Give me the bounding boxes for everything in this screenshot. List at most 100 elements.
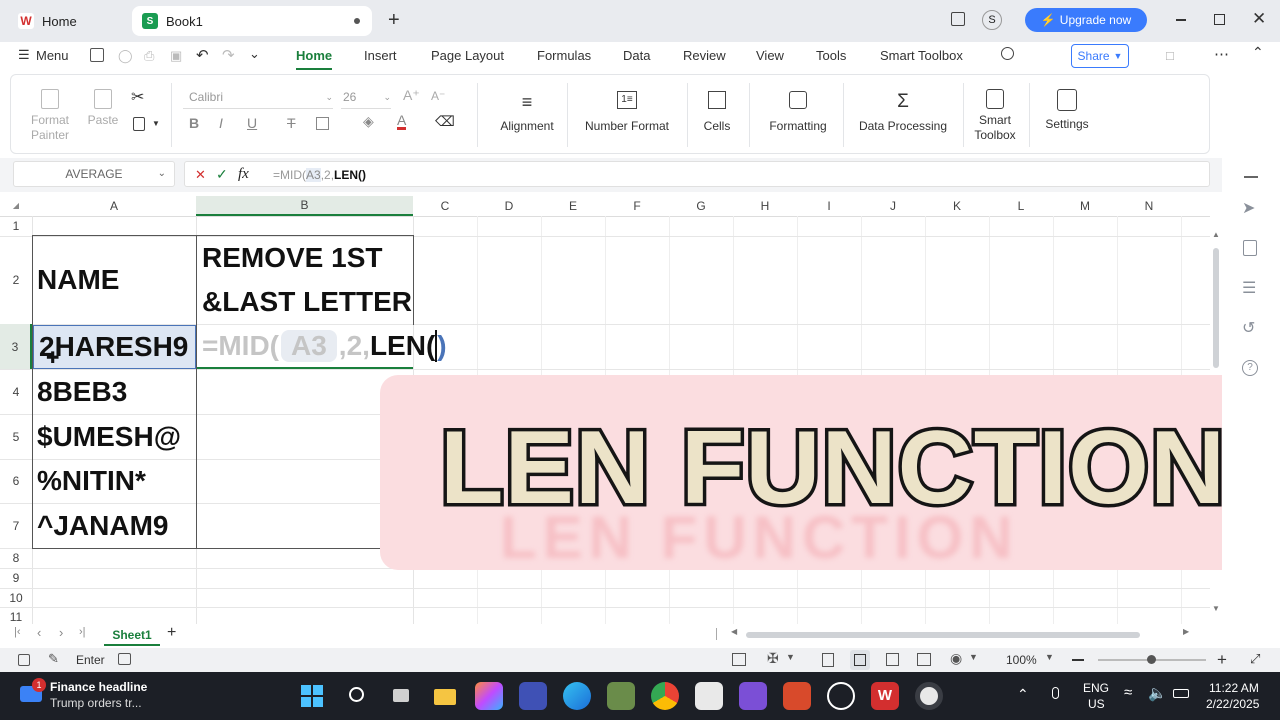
collapse-ribbon-icon[interactable]: ⌃ [1252,44,1264,61]
filter-settings-icon[interactable]: ☰ [1242,278,1256,298]
comment-icon[interactable]: □ [1166,48,1174,63]
column-header-f[interactable]: F [605,196,669,216]
column-header-j[interactable]: J [861,196,925,216]
share-button[interactable]: Share ▼ [1071,44,1129,68]
column-header-e[interactable]: E [541,196,605,216]
column-header-b[interactable]: B [196,196,413,216]
reader-icon[interactable] [695,682,723,710]
scroll-left-icon[interactable]: ◀ [731,627,737,636]
clock-time[interactable]: 11:22 AM [1209,681,1259,695]
cell-b3[interactable]: =MID(A3,2, LEN() [197,325,447,369]
task-view-icon[interactable] [387,682,415,710]
menu-page-layout[interactable]: Page Layout [431,48,504,63]
italic-icon[interactable]: I [219,115,223,131]
eraser-icon[interactable]: ⌫ [435,113,455,130]
sheet-tab-sheet1[interactable]: Sheet1 [104,624,160,646]
cell-a4[interactable]: 8BEB3 [32,369,196,414]
scroll-down-icon[interactable]: ▼ [1212,604,1220,613]
copilot-icon[interactable] [475,682,503,710]
page-icon[interactable] [18,654,30,666]
history-icon[interactable]: ↺ [1242,318,1255,338]
column-header-l[interactable]: L [989,196,1053,216]
column-header-g[interactable]: G [669,196,733,216]
zoom-in-icon[interactable]: + [1217,650,1227,670]
data-processing-button[interactable]: Σ Data Processing [851,91,955,133]
column-header-h[interactable]: H [733,196,797,216]
print-icon[interactable]: ⎙ [144,48,154,64]
menu-review[interactable]: Review [683,48,726,63]
more-icon[interactable]: ⋯ [1214,45,1229,63]
freeze-icon[interactable]: ✠ [767,650,779,667]
cell-a2[interactable]: NAME [32,236,196,324]
number-format-button[interactable]: 1≡ Number Format [577,91,677,133]
maximize-icon[interactable] [1214,14,1225,25]
upgrade-button[interactable]: ⚡ Upgrade now [1025,8,1147,32]
page-break-icon[interactable] [822,653,834,667]
column-header-k[interactable]: K [925,196,989,216]
microphone-icon[interactable] [1052,687,1059,699]
recorder-icon[interactable] [915,682,943,710]
last-sheet-icon[interactable]: ›| [79,626,86,638]
region-code[interactable]: US [1088,697,1105,711]
row-header-10[interactable]: 10 [0,588,32,607]
zoom-level[interactable]: 100% [1006,653,1037,667]
font-name-select[interactable]: Calibri ⌄ [183,87,333,109]
chevron-down-icon[interactable]: ⌄ [249,46,260,62]
redo-icon[interactable]: ↷ [222,46,235,64]
borders-icon[interactable] [316,117,329,130]
wps-office-icon[interactable]: W [871,682,899,710]
next-sheet-icon[interactable]: › [59,625,63,640]
select-arrow-icon[interactable]: ➤ [1242,198,1255,218]
fullscreen-icon[interactable]: ⤢ [1250,651,1260,667]
zoom-slider-thumb[interactable] [1147,655,1156,664]
file-explorer-icon[interactable] [431,682,459,710]
confirm-icon[interactable]: ✓ [216,166,228,183]
news-widget[interactable]: 1 Finance headline Trump orders tr... [14,678,184,714]
fill-color-icon[interactable]: ◈ [363,113,374,130]
cut-icon[interactable]: ✂ [131,87,144,107]
scroll-right-icon[interactable]: ▶ [1183,627,1189,636]
alignment-button[interactable]: ≡ Alignment [487,91,567,133]
app-icon[interactable] [519,682,547,710]
cells-button[interactable]: Cells [695,91,739,133]
zoom-slider[interactable] [1098,655,1206,664]
search-icon[interactable] [343,682,371,710]
name-box[interactable]: AVERAGE ⌄ [13,161,175,187]
menu-home[interactable]: Home [296,48,332,63]
fx-icon[interactable]: fx [238,166,249,183]
account-icon[interactable]: S [982,10,1002,30]
media-icon[interactable] [739,682,767,710]
notes-icon[interactable] [118,653,131,665]
row-header-3[interactable]: 3 [0,324,32,369]
volume-icon[interactable]: 🔈 [1148,684,1167,702]
row-header-9[interactable]: 9 [0,568,32,588]
column-header-c[interactable]: C [413,196,477,216]
cell-a6[interactable]: %NITIN* [32,459,196,503]
cell-b2[interactable]: REMOVE 1ST &LAST LETTER [197,236,413,324]
battery-icon[interactable] [1173,689,1189,698]
menu-data[interactable]: Data [623,48,650,63]
macro-icon[interactable]: ✎ [48,651,59,667]
tab-book1[interactable]: S Book1 [132,6,372,36]
eye-protect-icon[interactable]: ◉ [950,650,962,667]
tab-home[interactable]: W Home [8,6,126,36]
strikethrough-icon[interactable]: T [287,115,296,131]
menu-formulas[interactable]: Formulas [537,48,591,63]
font-size-select[interactable]: 26 ⌄ [341,87,391,109]
print-preview-icon[interactable]: ◯ [118,48,133,64]
copy-format-icon[interactable]: ▣ [170,48,182,64]
view-mode-icon[interactable] [732,653,746,666]
chrome-icon[interactable] [651,682,679,710]
chevron-down-icon[interactable]: ▼ [152,119,160,128]
paste-button[interactable]: Paste [81,89,125,127]
row-header-4[interactable]: 4 [0,369,32,414]
zoom-out-icon[interactable] [1072,659,1084,661]
photos-icon[interactable] [607,682,635,710]
formatting-button[interactable]: Formatting [755,91,841,133]
scroll-up-icon[interactable]: ▲ [1212,230,1220,239]
minimize-icon[interactable] [1176,19,1186,21]
column-header-m[interactable]: M [1053,196,1117,216]
settings-button[interactable]: Settings [1037,89,1097,131]
cancel-icon[interactable]: ✕ [195,167,206,183]
format-painter-button[interactable]: Format Painter [25,89,75,143]
